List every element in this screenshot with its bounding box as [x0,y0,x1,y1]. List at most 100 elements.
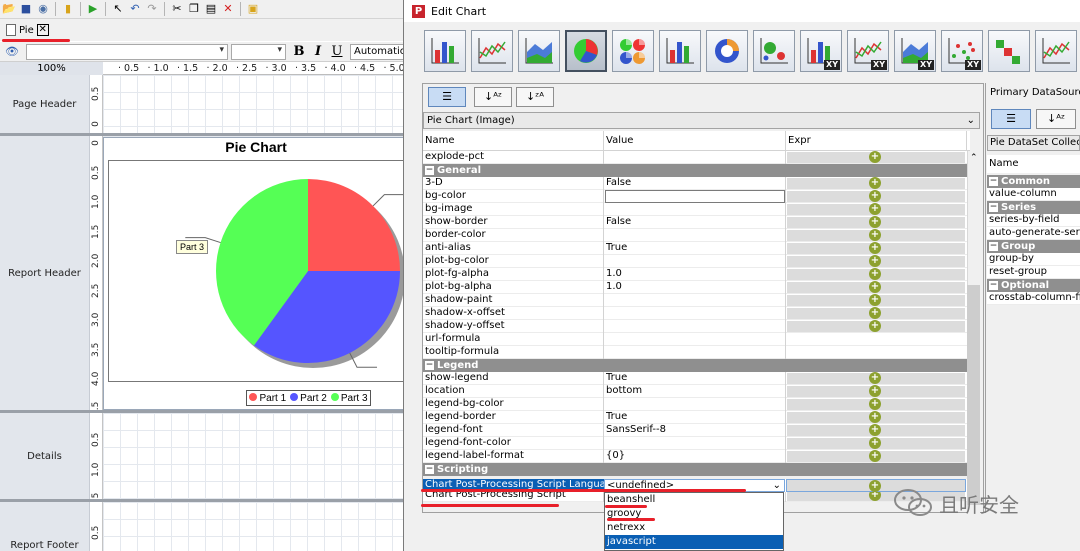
property-row[interactable]: 3-D False + [423,177,967,190]
font-family-combo[interactable]: ▾ [26,44,228,60]
property-value[interactable]: bottom [606,385,784,397]
column-header-value[interactable]: Value [604,131,786,151]
property-value[interactable] [605,190,785,203]
eye-icon[interactable]: 👁 [5,45,19,58]
details-canvas[interactable] [103,413,410,499]
property-row[interactable]: show-legend True + [423,372,967,385]
add-expression-icon[interactable]: + [869,320,881,332]
undo-icon[interactable]: ↶ [128,2,142,16]
chart-type-bubble-chart-button[interactable] [753,30,795,72]
property-value[interactable]: False [606,177,784,189]
run-icon[interactable]: ▶ [86,2,100,16]
dialog-titlebar[interactable]: P Edit Chart [404,0,1080,22]
chart-type-waterfall-chart-button[interactable] [988,30,1030,72]
property-row[interactable]: bg-color + [423,190,967,203]
chart-type-bar-line-chart-button[interactable] [659,30,701,72]
add-expression-icon[interactable]: + [869,190,881,202]
collapse-toggle-icon[interactable]: − [989,242,998,251]
scroll-up-icon[interactable]: ⌃ [970,153,978,163]
property-row[interactable]: shadow-x-offset + [423,307,967,320]
add-expression-icon[interactable]: + [869,480,881,492]
add-expression-icon[interactable]: + [869,437,881,449]
paste-icon[interactable]: ▤ [204,2,218,16]
chart-type-multi-pie-chart-button[interactable] [612,30,654,72]
property-row[interactable]: tooltip-formula [423,346,967,359]
property-row[interactable]: anti-alias True + [423,242,967,255]
add-expression-icon[interactable]: + [869,203,881,215]
page-header-canvas[interactable] [103,75,410,133]
add-expression-icon[interactable]: + [869,177,881,189]
open-folder-icon[interactable]: 📂 [2,2,16,16]
band-details[interactable]: Details [0,413,90,499]
property-row[interactable]: plot-bg-alpha 1.0 + [423,281,967,294]
datasource-row[interactable]: crosstab-column-filter [987,292,1080,305]
save-icon[interactable]: ■ [19,2,33,16]
copy-icon[interactable]: ❐ [187,2,201,16]
property-value[interactable]: 1.0 [606,268,784,280]
property-row[interactable]: show-border False + [423,216,967,229]
property-row[interactable]: plot-fg-alpha 1.0 + [423,268,967,281]
property-value[interactable]: True [606,372,784,384]
font-size-combo[interactable]: ▾ [231,44,286,60]
property-group-scripting[interactable]: − Scripting [423,463,967,476]
datasource-combo[interactable]: Pie DataSet Collector [987,135,1080,151]
property-row[interactable]: shadow-y-offset + [423,320,967,333]
property-row[interactable]: explode-pct + [423,151,967,164]
chart-type-radar-chart-button[interactable] [1035,30,1077,72]
property-value[interactable]: True [606,242,784,254]
property-row[interactable]: plot-bg-color + [423,255,967,268]
categorized-view-button[interactable]: ☰ [428,87,466,107]
datasource-sort-button[interactable]: ↓ᴬᶻ [1036,109,1076,129]
datasource-icon[interactable]: ▮ [61,2,75,16]
chart-type-combo[interactable]: Pie Chart (Image) ⌄ [423,112,980,129]
datasource-group-group[interactable]: − Group [987,240,1080,253]
property-value[interactable]: SansSerif--8 [606,424,784,436]
property-value[interactable]: True [606,411,784,423]
italic-button[interactable]: I [311,44,325,60]
add-expression-icon[interactable]: + [869,216,881,228]
band-report-header[interactable]: Report Header [0,136,90,410]
datasource-group-common[interactable]: − Common [987,175,1080,188]
property-row[interactable]: bg-image + [423,203,967,216]
close-tab-icon[interactable]: ✕ [36,24,49,36]
chart-type-xy-line-chart-button[interactable]: XY [847,30,889,72]
datasource-group-series[interactable]: − Series [987,201,1080,214]
collapse-toggle-icon[interactable]: − [425,361,434,370]
redo-icon[interactable]: ↷ [145,2,159,16]
datasource-row[interactable]: series-by-field [987,214,1080,227]
zoom-level[interactable]: 100% [0,62,103,75]
layout-icon[interactable]: ▣ [246,2,260,16]
add-expression-icon[interactable]: + [869,268,881,280]
add-expression-icon[interactable]: + [869,281,881,293]
add-expression-icon[interactable]: + [869,450,881,462]
chart-type-xy-scatter-chart-button[interactable]: XY [941,30,983,72]
column-header-expr[interactable]: Expr [786,131,967,151]
datasource-row[interactable]: auto-generate-series [987,227,1080,240]
property-group-general[interactable]: − General [423,164,967,177]
collapse-toggle-icon[interactable]: − [425,465,434,474]
band-report-footer[interactable]: Report Footer [0,502,90,551]
chart-type-xy-area-chart-button[interactable]: XY [894,30,936,72]
property-row[interactable]: legend-font SansSerif--8 + [423,424,967,437]
property-row[interactable]: border-color + [423,229,967,242]
property-row[interactable]: location bottom + [423,385,967,398]
sort-az-button[interactable]: ↓ᴬᶻ [474,87,512,107]
cut-icon[interactable]: ✂ [170,2,184,16]
property-value[interactable]: {0} [606,450,784,462]
property-value[interactable]: False [606,216,784,228]
report-footer-canvas[interactable] [103,502,410,551]
add-expression-icon[interactable]: + [869,424,881,436]
band-page-header[interactable]: Page Header [0,75,90,133]
auto-color-combo[interactable]: Automatic [350,44,408,60]
datasource-column-header[interactable]: Name [987,155,1080,173]
add-expression-icon[interactable]: + [869,242,881,254]
dropdown-option-javascript[interactable]: javascript [605,535,783,549]
datasource-row[interactable]: value-column [987,188,1080,201]
datasource-categorized-button[interactable]: ☰ [991,109,1031,129]
chart-type-pie-chart-button[interactable] [565,30,607,72]
add-expression-icon[interactable]: + [869,307,881,319]
property-group-legend[interactable]: − Legend [423,359,967,372]
add-expression-icon[interactable]: + [869,294,881,306]
add-expression-icon[interactable]: + [869,411,881,423]
document-tab[interactable]: Pie ✕ [4,21,51,39]
